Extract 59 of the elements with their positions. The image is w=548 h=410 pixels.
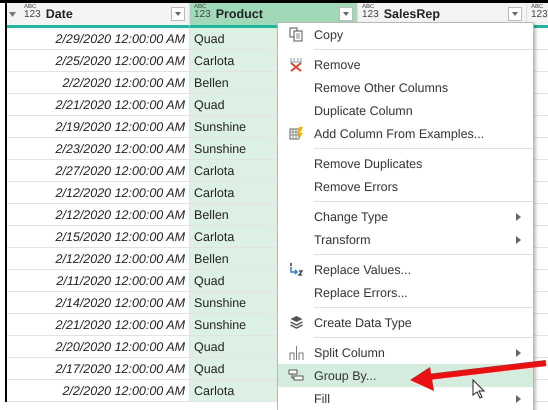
table-cell: Quad: [194, 98, 225, 112]
remove-column-icon: [289, 57, 303, 72]
table-cell: 2/15/2020 12:00:00 AM: [56, 230, 185, 244]
table-cell: 2/19/2020 12:00:00 AM: [56, 120, 185, 134]
table-cell: Quad: [194, 362, 225, 376]
table-lightning-icon: [288, 126, 304, 141]
menu-item[interactable]: Remove Duplicates: [278, 152, 533, 175]
menu-item[interactable]: Split Column: [278, 341, 533, 364]
table-cell: 2/21/2020 12:00:00 AM: [56, 98, 185, 112]
table-cell: 2/21/2020 12:00:00 AM: [56, 318, 185, 332]
menu-item[interactable]: Remove Errors: [278, 175, 533, 198]
menu-item[interactable]: Create Data Type: [278, 311, 533, 334]
table-cell: 2/12/2020 12:00:00 AM: [56, 208, 185, 222]
table-cell: Sunshine: [194, 318, 246, 332]
table-cell: Bellen: [194, 208, 229, 222]
dropdown-icon[interactable]: [9, 12, 16, 16]
split-column-icon: [288, 344, 304, 360]
mouse-cursor-icon: [472, 379, 485, 399]
table-cell: 2/27/2020 12:00:00 AM: [56, 164, 185, 178]
group-icon: [288, 369, 304, 382]
table-cell: Carlota: [194, 54, 234, 68]
table-cell: Quad: [194, 32, 225, 46]
table-cell: Carlota: [194, 384, 234, 398]
table-cell: Carlota: [194, 164, 234, 178]
menu-item[interactable]: Replace Values...: [278, 258, 533, 281]
menu-item[interactable]: Change Type: [278, 205, 533, 228]
table-cell: 2/29/2020 12:00:00 AM: [56, 32, 185, 46]
table-cell: 2/2/2020 12:00:00 AM: [62, 384, 185, 398]
table-cell: Sunshine: [194, 296, 246, 310]
table-cell: Quad: [194, 340, 225, 354]
menu-item[interactable]: Transform: [278, 228, 533, 251]
layers-icon: [288, 315, 304, 330]
table-cell: 2/11/2020 12:00:00 AM: [56, 274, 185, 288]
replace-icon: [288, 262, 304, 277]
table-cell: 2/25/2020 12:00:00 AM: [56, 54, 185, 68]
menu-item[interactable]: Fill: [278, 387, 533, 410]
table-cell: 2/17/2020 12:00:00 AM: [56, 362, 185, 376]
menu-item[interactable]: Replace Errors...: [278, 281, 533, 304]
table-cell: Bellen: [194, 76, 229, 90]
table-cell: Carlota: [194, 186, 234, 200]
table-cell: Quad: [194, 274, 225, 288]
table-cell: 2/12/2020 12:00:00 AM: [56, 252, 185, 266]
table-cell: Sunshine: [194, 120, 246, 134]
menu-item[interactable]: Remove: [278, 53, 533, 76]
table-cell: 2/2/2020 12:00:00 AM: [62, 76, 185, 90]
table-cell: 2/14/2020 12:00:00 AM: [56, 296, 185, 310]
table-cell: 2/23/2020 12:00:00 AM: [56, 142, 185, 156]
dropdown-icon[interactable]: [508, 7, 522, 21]
dropdown-icon[interactable]: [171, 7, 185, 21]
menu-item[interactable]: Add Column From Examples...: [278, 122, 533, 145]
table-cell: Bellen: [194, 252, 229, 266]
table-cell: Sunshine: [194, 142, 246, 156]
dropdown-icon[interactable]: [339, 7, 353, 21]
table-cell: 2/12/2020 12:00:00 AM: [56, 186, 185, 200]
table-cell: Carlota: [194, 230, 234, 244]
copy-icon: [289, 27, 303, 42]
table-cell: 2/20/2020 12:00:00 AM: [56, 340, 185, 354]
menu-item[interactable]: Remove Other Columns: [278, 76, 533, 99]
menu-item[interactable]: Duplicate Column: [278, 99, 533, 122]
